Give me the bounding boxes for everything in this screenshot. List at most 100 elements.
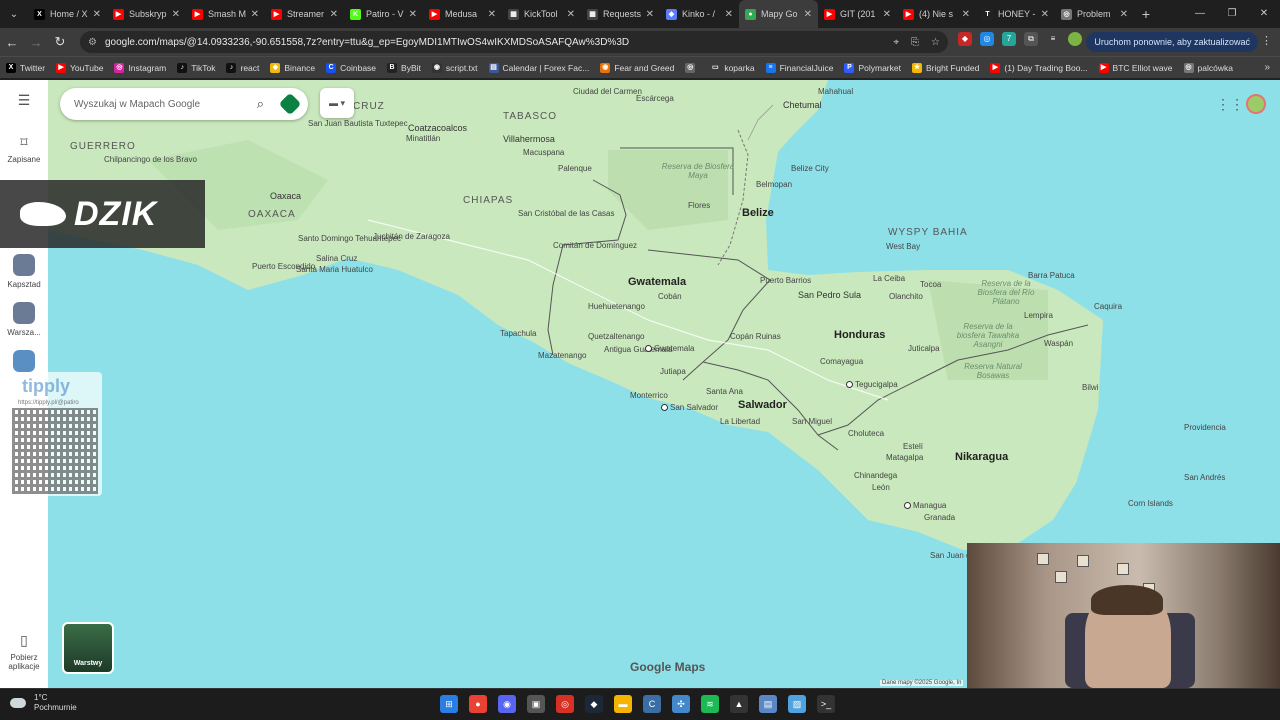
close-tab-icon[interactable]: ✕ [251, 9, 259, 20]
map-label[interactable]: Choluteca [848, 430, 884, 438]
bookmark-item[interactable]: ◉ Fear and Greed [600, 62, 674, 73]
steam-icon[interactable]: ◆ [585, 695, 603, 713]
menu-icon[interactable]: ⋮ [1261, 34, 1272, 47]
spotify-icon[interactable]: ≋ [701, 695, 719, 713]
map-label[interactable]: Puerto Barrios [760, 277, 811, 285]
notepad-icon[interactable]: ▤ [759, 695, 777, 713]
tab-6[interactable]: ▦ KickTool ✕ [502, 0, 581, 28]
menu-button[interactable]: ☰ [0, 92, 48, 113]
omnibox[interactable]: ⚙ google.com/maps/@14.0933236,-90.651558… [80, 31, 948, 53]
map-label[interactable]: Juticalpa [908, 345, 940, 353]
bookmark-item[interactable]: ◎ palcówka [1183, 62, 1233, 73]
tab-8[interactable]: ◆ Kinko - / ✕ [660, 0, 739, 28]
map-label[interactable]: Ciudad del Carmen [573, 88, 642, 96]
puzzle-icon[interactable]: ⧉ [1024, 32, 1038, 46]
account-avatar[interactable] [1246, 94, 1266, 114]
map-label[interactable]: Mazatenango [538, 352, 586, 360]
map-label[interactable]: Santa Ana [706, 388, 743, 396]
tab-10[interactable]: ▶ GIT (201 ✕ [818, 0, 897, 28]
search-box[interactable]: Wyszukaj w Mapach Google ⌕ [60, 88, 308, 120]
close-icon[interactable]: ✕ [1248, 0, 1280, 28]
app-icon[interactable]: ▣ [527, 695, 545, 713]
chrome-icon[interactable]: ● [469, 695, 487, 713]
recent-warszawa[interactable]: Warsza... [0, 302, 48, 337]
bookmark-item[interactable]: C Coinbase [326, 62, 376, 73]
bookmark-item[interactable]: X Twitter [6, 62, 45, 73]
map-label[interactable]: OAXACA [248, 210, 296, 220]
close-tab-icon[interactable]: ✕ [330, 9, 338, 20]
map-label[interactable]: Bilwi [1082, 384, 1098, 392]
close-tab-icon[interactable]: ✕ [93, 9, 101, 20]
map-label[interactable]: Comitán de Domínguez [553, 242, 637, 250]
bookmark-item[interactable]: ▶ (1) Day Trading Boo... [990, 62, 1088, 73]
map-label[interactable]: San Andrés [1184, 474, 1225, 482]
map-label[interactable]: Managua [904, 502, 946, 510]
map-label[interactable]: Flores [688, 202, 710, 210]
map-label[interactable]: Chilpancingo de los Bravo [104, 156, 197, 164]
map-label[interactable]: Jutiapa [660, 368, 686, 376]
close-tab-icon[interactable]: ✕ [409, 9, 417, 20]
map-label[interactable]: Estelí [903, 443, 923, 451]
bookmark-item[interactable]: B ByBit [387, 62, 421, 73]
layers-button[interactable]: Warstwy [62, 622, 114, 674]
directions-icon[interactable] [278, 92, 302, 116]
map-label[interactable]: TABASCO [503, 112, 557, 122]
map-label[interactable]: Corn Islands [1128, 500, 1173, 508]
map-label[interactable]: Caquira [1094, 303, 1122, 311]
map-label[interactable]: San Cristóbal de las Casas [518, 210, 615, 218]
start-icon[interactable]: ⊞ [440, 695, 458, 713]
tab-2[interactable]: ▶ Smash M ✕ [186, 0, 265, 28]
close-tab-icon[interactable]: ✕ [962, 9, 970, 20]
bookmark-item[interactable]: ◎ [685, 62, 699, 73]
map-label[interactable]: Tegucigalpa [846, 381, 898, 389]
tab-1[interactable]: ▶ Subskryp ✕ [107, 0, 186, 28]
map-label[interactable]: Reserva de la biosfera Tawahka Asangni [948, 322, 1028, 349]
extension-icon[interactable]: 7 [1002, 32, 1016, 46]
bookmark-item[interactable]: ♪ react [226, 62, 259, 73]
map-label[interactable]: Waspán [1044, 340, 1073, 348]
map-label[interactable]: Gwatemala [628, 277, 686, 288]
map-label[interactable]: Olanchito [889, 293, 923, 301]
maximize-icon[interactable]: ❐ [1216, 0, 1248, 28]
tab-13[interactable]: ◎ Problem ✕ [1055, 0, 1134, 28]
map-label[interactable]: Copán Ruinas [730, 333, 781, 341]
map-label[interactable]: Barra Patuca [1028, 272, 1075, 280]
map-label[interactable]: Macuspana [523, 149, 564, 157]
saved-button[interactable]: ⌑ Zapisane [0, 134, 48, 164]
map-label[interactable]: Lempira [1024, 312, 1053, 320]
map-label[interactable]: Huehuetenango [588, 303, 645, 311]
app-icon[interactable]: ✣ [672, 695, 690, 713]
map-label[interactable]: Coatzacoalcos [408, 124, 467, 133]
map-label[interactable]: Tocoa [920, 281, 941, 289]
map-label[interactable]: Mahahual [818, 88, 853, 96]
map-label[interactable]: Chetumal [783, 101, 822, 110]
map-label[interactable]: Quetzaltenango [588, 333, 645, 341]
app-icon[interactable]: ◎ [556, 695, 574, 713]
new-tab-button[interactable]: + [1134, 6, 1158, 22]
map-label[interactable]: Matagalpa [886, 454, 923, 462]
map-label[interactable]: Palenque [558, 165, 592, 173]
map-label[interactable]: Salwador [738, 400, 787, 411]
bookmark-item[interactable]: ▤ Calendar | Forex Fac... [488, 62, 589, 73]
close-tab-icon[interactable]: ✕ [646, 9, 654, 20]
bookmark-item[interactable]: P Polymarket [844, 62, 901, 73]
map-label[interactable]: Granada [924, 514, 955, 522]
map-label[interactable]: CRUZ [353, 102, 385, 112]
tab-12[interactable]: T HONEY - ✕ [976, 0, 1055, 28]
bookmark-item[interactable]: ▶ BTC Elliot wave [1098, 62, 1173, 73]
map-label[interactable]: San Juan Bautista Tuxtepec [308, 120, 408, 128]
map-label[interactable]: Monterrico [630, 392, 668, 400]
close-tab-icon[interactable]: ✕ [1041, 9, 1049, 20]
bookmark-item[interactable]: ◆ Binance [270, 62, 315, 73]
get-app-button[interactable]: ▯ Pobierz aplikacje [0, 632, 48, 671]
map-label[interactable]: La Ceiba [873, 275, 905, 283]
map-label[interactable]: León [872, 484, 890, 492]
star-icon[interactable]: ☆ [931, 37, 940, 48]
map-label[interactable]: CHIAPAS [463, 196, 513, 206]
terminal-icon[interactable]: >_ [817, 695, 835, 713]
map-label[interactable]: Belize [742, 208, 774, 219]
map-label[interactable]: Gwatemala [645, 345, 694, 353]
reload-icon[interactable]: ↻ [48, 34, 72, 50]
bookmark-item[interactable]: ♪ TikTok [177, 62, 215, 73]
extension-icon[interactable]: ◆ [958, 32, 972, 46]
